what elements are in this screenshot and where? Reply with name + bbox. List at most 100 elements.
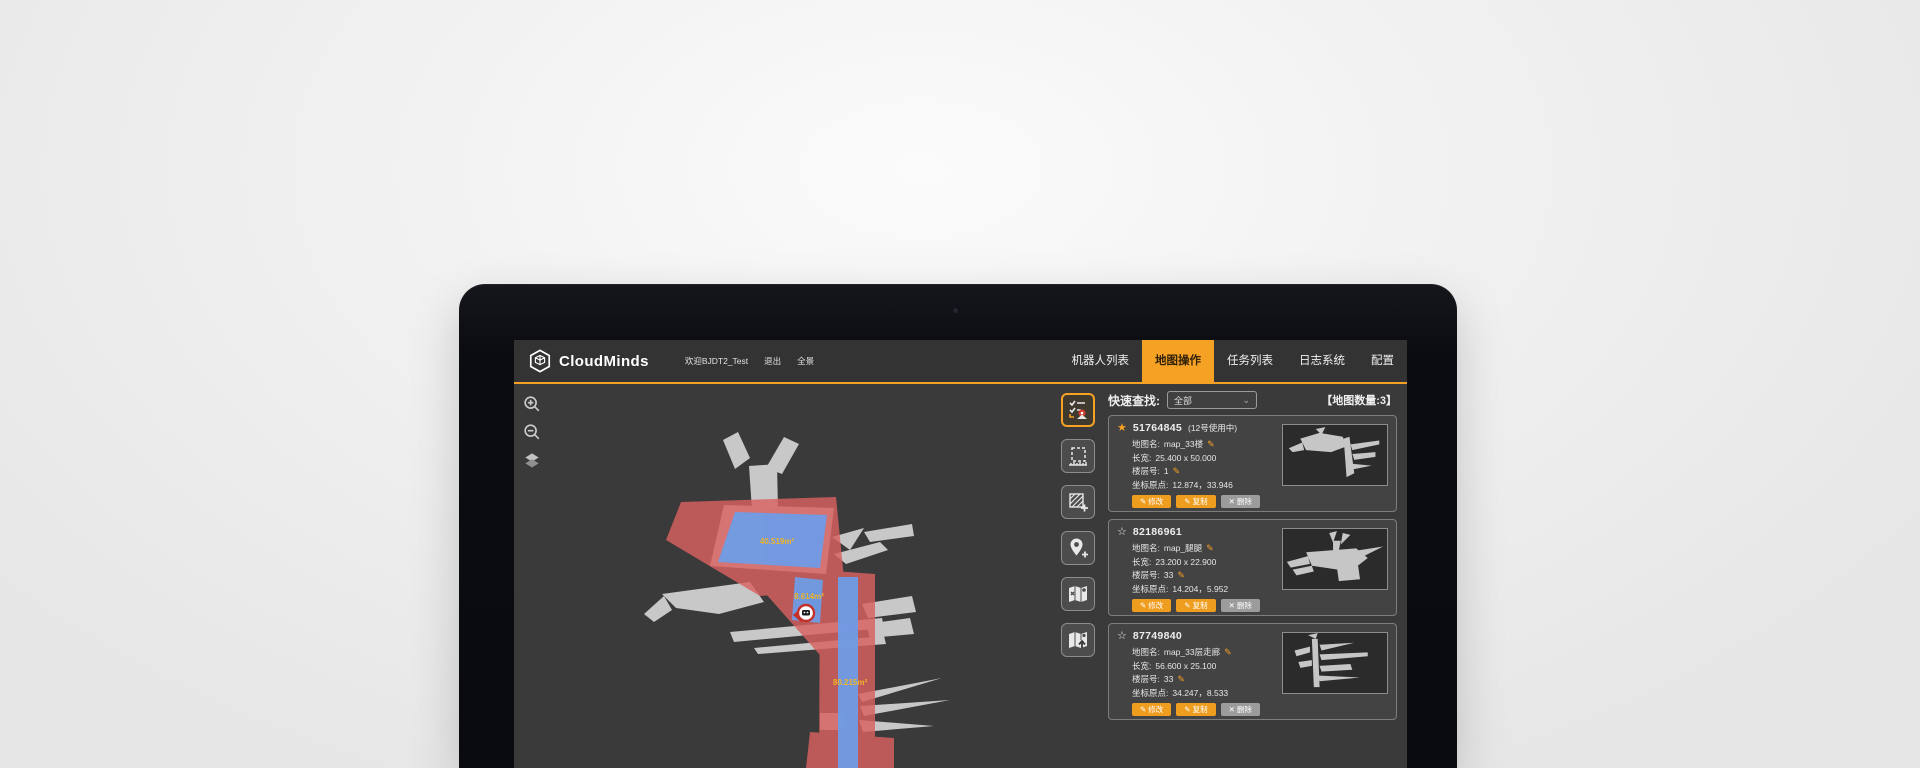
field-label: 长宽: <box>1132 661 1151 671</box>
in-use-badge: (12号使用中) <box>1188 422 1237 434</box>
map-card: ★ 51764845 (12号使用中) 地图名:map_33楼✎ 长宽:25.4… <box>1108 415 1397 512</box>
favorite-star-icon[interactable]: ☆ <box>1117 527 1127 538</box>
main-nav: 机器人列表 地图操作 任务列表 日志系统 配置 <box>1059 340 1408 382</box>
site-link[interactable]: 全景 <box>797 355 814 367</box>
layers-button[interactable] <box>521 449 543 471</box>
copy-map-button[interactable]: ✎复制 <box>1176 703 1215 717</box>
edit-pencil-icon[interactable]: ✎ <box>1224 647 1232 657</box>
cloudminds-logo-icon <box>528 349 552 373</box>
edit-map-button[interactable]: ✎修改 <box>1132 703 1171 717</box>
map-filter-select[interactable]: 全部 ⌄ <box>1167 391 1257 409</box>
quick-find-row: 快速查找: 全部 ⌄ 【地图数量:3】 <box>1108 391 1397 409</box>
pencil-icon: ✎ <box>1140 498 1146 506</box>
card-actions: ✎修改 ✎复制 ✕删除 <box>1132 599 1388 613</box>
field-label: 楼层号: <box>1132 570 1160 580</box>
chevron-down-icon: ⌄ <box>1242 395 1250 406</box>
map-card: ☆ 87749840 地图名:map_33层走廊✎ 长宽:56.600 x 25… <box>1108 623 1397 720</box>
brand-name: CloudMinds <box>559 353 649 370</box>
floor-value: 33 <box>1164 674 1173 684</box>
origin-value: 14.204，5.952 <box>1172 584 1228 594</box>
map-id: 87749840 <box>1133 630 1182 642</box>
map-size-value: 23.200 x 22.900 <box>1155 557 1216 567</box>
delete-x-icon: ✕ <box>1229 602 1235 610</box>
pencil-icon: ✎ <box>1184 498 1190 506</box>
delete-map-button[interactable]: ✕删除 <box>1221 599 1260 613</box>
nav-tab-config[interactable]: 配置 <box>1358 340 1407 382</box>
field-label: 长宽: <box>1132 557 1151 567</box>
delete-x-icon: ✕ <box>1229 498 1235 506</box>
field-label: 楼层号: <box>1132 674 1160 684</box>
field-label: 地图名: <box>1132 439 1160 449</box>
map-upload-icon <box>1066 628 1090 652</box>
map-name-value: map_腿腿 <box>1164 543 1202 553</box>
map-thumbnail[interactable] <box>1282 632 1388 694</box>
map-size-value: 56.600 x 25.100 <box>1155 661 1216 671</box>
map-thumbnail[interactable] <box>1282 424 1388 486</box>
tool-map-marker-button[interactable] <box>1061 577 1095 611</box>
map-canvas[interactable]: 40.519m² 8.614m² 80.215m² <box>514 384 1054 768</box>
app-header: CloudMinds 欢迎BJDT2_Test 退出 全景 机器人列表 地图操作… <box>514 340 1407 384</box>
area-label-1: 40.519m² <box>760 537 795 546</box>
map-zoom-controls <box>521 393 543 471</box>
zoom-out-icon <box>522 422 542 442</box>
field-label: 长宽: <box>1132 453 1151 463</box>
delete-map-button[interactable]: ✕删除 <box>1221 495 1260 509</box>
edit-pencil-icon[interactable]: ✎ <box>1177 570 1185 580</box>
app-screen: CloudMinds 欢迎BJDT2_Test 退出 全景 机器人列表 地图操作… <box>514 340 1407 768</box>
field-label: 坐标原点: <box>1132 688 1168 698</box>
map-size-value: 25.400 x 50.000 <box>1155 453 1216 463</box>
edit-map-button[interactable]: ✎修改 <box>1132 599 1171 613</box>
tool-task-points-button[interactable] <box>1061 393 1095 427</box>
map-id: 51764845 <box>1133 422 1182 434</box>
area-label-2: 8.614m² <box>794 592 824 601</box>
field-label: 地图名: <box>1132 543 1160 553</box>
desktop-background: { "header": { "brand": "CloudMinds", "we… <box>0 0 1920 768</box>
nav-tab-task-list[interactable]: 任务列表 <box>1214 340 1286 382</box>
pencil-icon: ✎ <box>1140 706 1146 714</box>
map-thumbnail-image <box>1283 529 1387 589</box>
nav-tab-robot-list[interactable]: 机器人列表 <box>1059 340 1143 382</box>
edit-pencil-icon[interactable]: ✎ <box>1207 439 1215 449</box>
nav-tab-map-operation[interactable]: 地图操作 <box>1142 340 1214 382</box>
tool-measure-button[interactable] <box>1061 439 1095 473</box>
favorite-star-icon[interactable]: ★ <box>1117 423 1127 434</box>
welcome-text: 欢迎BJDT2_Test <box>685 355 748 367</box>
map-card: ☆ 82186961 地图名: map_腿腿 ✎ 长宽: 23.200 x 22.90… <box>1108 519 1397 616</box>
card-actions: ✎修改 ✎复制 ✕删除 <box>1132 703 1388 717</box>
map-viewport[interactable]: 40.519m² 8.614m² 80.215m² <box>514 384 1054 768</box>
zoom-in-button[interactable] <box>521 393 543 415</box>
edit-pencil-icon[interactable]: ✎ <box>1173 466 1181 476</box>
edit-pencil-icon[interactable]: ✎ <box>1206 543 1214 553</box>
area-label-3: 80.215m² <box>833 678 868 687</box>
map-thumbnail[interactable] <box>1282 528 1388 590</box>
task-checklist-pin-icon <box>1066 398 1090 422</box>
floor-value: 33 <box>1164 570 1173 580</box>
tool-add-virtual-wall-button[interactable] <box>1061 485 1095 519</box>
map-count-text: 【地图数量:3】 <box>1321 392 1397 408</box>
edit-map-button[interactable]: ✎修改 <box>1132 495 1171 509</box>
field-label: 坐标原点: <box>1132 584 1168 594</box>
favorite-star-icon[interactable]: ☆ <box>1117 631 1127 642</box>
tool-add-point-button[interactable] <box>1061 531 1095 565</box>
copy-map-button[interactable]: ✎复制 <box>1176 495 1215 509</box>
map-id: 82186961 <box>1133 526 1182 538</box>
pencil-icon: ✎ <box>1184 602 1190 610</box>
nav-tab-log-system[interactable]: 日志系统 <box>1286 340 1358 382</box>
pencil-icon: ✎ <box>1140 602 1146 610</box>
laptop-mockup: CloudMinds 欢迎BJDT2_Test 退出 全景 机器人列表 地图操作… <box>459 284 1457 768</box>
delete-map-button[interactable]: ✕删除 <box>1221 703 1260 717</box>
map-thumbnail-image <box>1283 633 1387 693</box>
layers-icon <box>522 450 542 470</box>
brand: CloudMinds <box>528 349 649 373</box>
origin-value: 34.247，8.533 <box>1172 688 1228 698</box>
zoom-out-button[interactable] <box>521 421 543 443</box>
field-label: 楼层号: <box>1132 466 1160 476</box>
copy-map-button[interactable]: ✎复制 <box>1176 599 1215 613</box>
pencil-icon: ✎ <box>1184 706 1190 714</box>
field-label: 地图名: <box>1132 647 1160 657</box>
tool-upload-map-button[interactable] <box>1061 623 1095 657</box>
logout-link[interactable]: 退出 <box>764 355 781 367</box>
content-area: 40.519m² 8.614m² 80.215m² <box>514 384 1407 768</box>
edit-pencil-icon[interactable]: ✎ <box>1177 674 1185 684</box>
webcam-dot <box>953 308 958 313</box>
